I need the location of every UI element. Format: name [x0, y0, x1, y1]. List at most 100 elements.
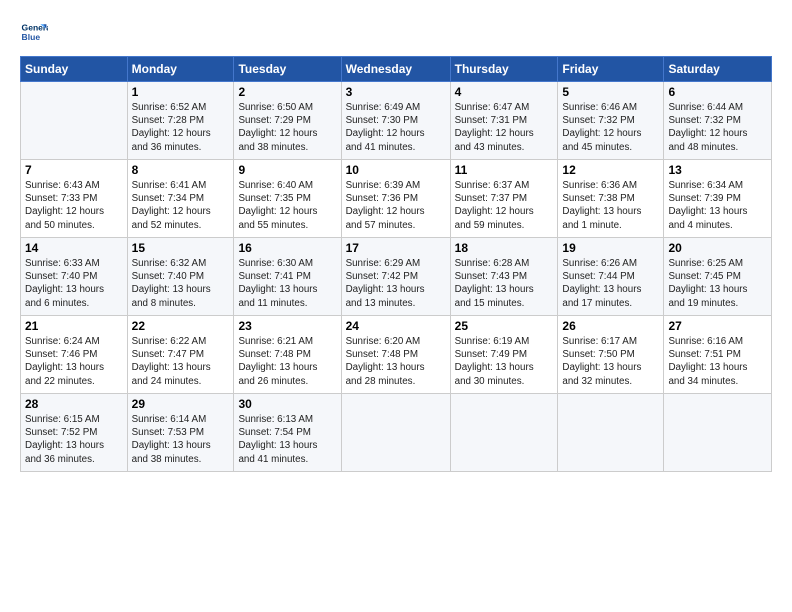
- day-info: Sunrise: 6:21 AMSunset: 7:48 PMDaylight:…: [238, 335, 336, 388]
- day-number: 28: [25, 397, 123, 411]
- calendar-cell: 9 Sunrise: 6:40 AMSunset: 7:35 PMDaylight…: [234, 160, 341, 238]
- day-info: Sunrise: 6:43 AMSunset: 7:33 PMDaylight:…: [25, 179, 123, 232]
- day-number: 8: [132, 163, 230, 177]
- calendar-cell: 8 Sunrise: 6:41 AMSunset: 7:34 PMDaylight…: [127, 160, 234, 238]
- calendar-cell: 25 Sunrise: 6:19 AMSunset: 7:49 PMDayligh…: [450, 316, 558, 394]
- calendar-cell: 20 Sunrise: 6:25 AMSunset: 7:45 PMDayligh…: [664, 238, 772, 316]
- calendar-cell: [558, 394, 664, 472]
- calendar-cell: 1 Sunrise: 6:52 AMSunset: 7:28 PMDaylight…: [127, 82, 234, 160]
- logo-icon: General Blue: [20, 18, 48, 46]
- calendar-cell: 16 Sunrise: 6:30 AMSunset: 7:41 PMDayligh…: [234, 238, 341, 316]
- day-number: 24: [346, 319, 446, 333]
- day-number: 12: [562, 163, 659, 177]
- day-number: 21: [25, 319, 123, 333]
- day-info: Sunrise: 6:17 AMSunset: 7:50 PMDaylight:…: [562, 335, 659, 388]
- day-info: Sunrise: 6:33 AMSunset: 7:40 PMDaylight:…: [25, 257, 123, 310]
- day-info: Sunrise: 6:41 AMSunset: 7:34 PMDaylight:…: [132, 179, 230, 232]
- column-header-saturday: Saturday: [664, 57, 772, 82]
- calendar-cell: 7Sunrise: 6:43 AMSunset: 7:33 PMDaylight…: [21, 160, 128, 238]
- calendar-cell: 21Sunrise: 6:24 AMSunset: 7:46 PMDayligh…: [21, 316, 128, 394]
- day-info: Sunrise: 6:19 AMSunset: 7:49 PMDaylight:…: [455, 335, 554, 388]
- day-number: 3: [346, 85, 446, 99]
- day-info: Sunrise: 6:22 AMSunset: 7:47 PMDaylight:…: [132, 335, 230, 388]
- day-number: 18: [455, 241, 554, 255]
- day-number: 19: [562, 241, 659, 255]
- day-info: Sunrise: 6:20 AMSunset: 7:48 PMDaylight:…: [346, 335, 446, 388]
- day-number: 26: [562, 319, 659, 333]
- day-number: 30: [238, 397, 336, 411]
- calendar-cell: 22Sunrise: 6:22 AMSunset: 7:47 PMDayligh…: [127, 316, 234, 394]
- calendar-cell: [664, 394, 772, 472]
- day-info: Sunrise: 6:36 AMSunset: 7:38 PMDaylight:…: [562, 179, 659, 232]
- column-header-monday: Monday: [127, 57, 234, 82]
- calendar-cell: 18 Sunrise: 6:28 AMSunset: 7:43 PMDayligh…: [450, 238, 558, 316]
- day-info: Sunrise: 6:26 AMSunset: 7:44 PMDaylight:…: [562, 257, 659, 310]
- day-info: Sunrise: 6:25 AMSunset: 7:45 PMDaylight:…: [668, 257, 767, 310]
- calendar-cell: 19 Sunrise: 6:26 AMSunset: 7:44 PMDayligh…: [558, 238, 664, 316]
- calendar-cell: 28 Sunrise: 6:15 AMSunset: 7:52 PMDayligh…: [21, 394, 128, 472]
- day-info: Sunrise: 6:46 AMSunset: 7:32 PMDaylight:…: [562, 101, 659, 154]
- day-info: Sunrise: 6:34 AMSunset: 7:39 PMDaylight:…: [668, 179, 767, 232]
- day-info: Sunrise: 6:29 AMSunset: 7:42 PMDaylight:…: [346, 257, 446, 310]
- calendar-cell: 4 Sunrise: 6:47 AMSunset: 7:31 PMDaylight…: [450, 82, 558, 160]
- day-number: 2: [238, 85, 336, 99]
- calendar-cell: 6Sunrise: 6:44 AMSunset: 7:32 PMDaylight…: [664, 82, 772, 160]
- calendar-cell: 26 Sunrise: 6:17 AMSunset: 7:50 PMDayligh…: [558, 316, 664, 394]
- day-number: 5: [562, 85, 659, 99]
- calendar-cell: 5 Sunrise: 6:46 AMSunset: 7:32 PMDaylight…: [558, 82, 664, 160]
- day-info: Sunrise: 6:15 AMSunset: 7:52 PMDaylight:…: [25, 413, 123, 466]
- week-row: 21Sunrise: 6:24 AMSunset: 7:46 PMDayligh…: [21, 316, 772, 394]
- day-number: 23: [238, 319, 336, 333]
- svg-text:Blue: Blue: [22, 32, 41, 42]
- calendar-cell: 15 Sunrise: 6:32 AMSunset: 7:40 PMDayligh…: [127, 238, 234, 316]
- day-info: Sunrise: 6:50 AMSunset: 7:29 PMDaylight:…: [238, 101, 336, 154]
- day-info: Sunrise: 6:28 AMSunset: 7:43 PMDaylight:…: [455, 257, 554, 310]
- day-number: 13: [668, 163, 767, 177]
- day-info: Sunrise: 6:40 AMSunset: 7:35 PMDaylight:…: [238, 179, 336, 232]
- day-number: 14: [25, 241, 123, 255]
- calendar-cell: 23 Sunrise: 6:21 AMSunset: 7:48 PMDayligh…: [234, 316, 341, 394]
- day-number: 16: [238, 241, 336, 255]
- calendar-cell: 17 Sunrise: 6:29 AMSunset: 7:42 PMDayligh…: [341, 238, 450, 316]
- calendar-cell: 3 Sunrise: 6:49 AMSunset: 7:30 PMDaylight…: [341, 82, 450, 160]
- day-info: Sunrise: 6:52 AMSunset: 7:28 PMDaylight:…: [132, 101, 230, 154]
- header: General Blue: [20, 18, 772, 46]
- week-row: 7Sunrise: 6:43 AMSunset: 7:33 PMDaylight…: [21, 160, 772, 238]
- day-number: 20: [668, 241, 767, 255]
- day-info: Sunrise: 6:44 AMSunset: 7:32 PMDaylight:…: [668, 101, 767, 154]
- week-row: 14 Sunrise: 6:33 AMSunset: 7:40 PMDayligh…: [21, 238, 772, 316]
- day-info: Sunrise: 6:14 AMSunset: 7:53 PMDaylight:…: [132, 413, 230, 466]
- calendar-table: SundayMondayTuesdayWednesdayThursdayFrid…: [20, 56, 772, 472]
- calendar-cell: 13 Sunrise: 6:34 AMSunset: 7:39 PMDayligh…: [664, 160, 772, 238]
- day-info: Sunrise: 6:13 AMSunset: 7:54 PMDaylight:…: [238, 413, 336, 466]
- week-row: 28 Sunrise: 6:15 AMSunset: 7:52 PMDayligh…: [21, 394, 772, 472]
- day-number: 27: [668, 319, 767, 333]
- calendar-cell: 14 Sunrise: 6:33 AMSunset: 7:40 PMDayligh…: [21, 238, 128, 316]
- calendar-cell: 24 Sunrise: 6:20 AMSunset: 7:48 PMDayligh…: [341, 316, 450, 394]
- day-number: 4: [455, 85, 554, 99]
- calendar-cell: 12 Sunrise: 6:36 AMSunset: 7:38 PMDayligh…: [558, 160, 664, 238]
- day-number: 17: [346, 241, 446, 255]
- day-info: Sunrise: 6:30 AMSunset: 7:41 PMDaylight:…: [238, 257, 336, 310]
- day-number: 9: [238, 163, 336, 177]
- column-header-tuesday: Tuesday: [234, 57, 341, 82]
- day-number: 29: [132, 397, 230, 411]
- calendar-cell: 30 Sunrise: 6:13 AMSunset: 7:54 PMDayligh…: [234, 394, 341, 472]
- calendar-cell: 27Sunrise: 6:16 AMSunset: 7:51 PMDayligh…: [664, 316, 772, 394]
- day-info: Sunrise: 6:47 AMSunset: 7:31 PMDaylight:…: [455, 101, 554, 154]
- calendar-cell: [450, 394, 558, 472]
- day-number: 25: [455, 319, 554, 333]
- day-info: Sunrise: 6:32 AMSunset: 7:40 PMDaylight:…: [132, 257, 230, 310]
- header-row: SundayMondayTuesdayWednesdayThursdayFrid…: [21, 57, 772, 82]
- day-number: 15: [132, 241, 230, 255]
- calendar-page: General Blue SundayMondayTuesdayWednesda…: [0, 0, 792, 482]
- day-info: Sunrise: 6:39 AMSunset: 7:36 PMDaylight:…: [346, 179, 446, 232]
- calendar-cell: [341, 394, 450, 472]
- calendar-cell: 2 Sunrise: 6:50 AMSunset: 7:29 PMDaylight…: [234, 82, 341, 160]
- day-info: Sunrise: 6:37 AMSunset: 7:37 PMDaylight:…: [455, 179, 554, 232]
- column-header-sunday: Sunday: [21, 57, 128, 82]
- day-number: 10: [346, 163, 446, 177]
- day-info: Sunrise: 6:49 AMSunset: 7:30 PMDaylight:…: [346, 101, 446, 154]
- day-number: 1: [132, 85, 230, 99]
- calendar-cell: 29 Sunrise: 6:14 AMSunset: 7:53 PMDayligh…: [127, 394, 234, 472]
